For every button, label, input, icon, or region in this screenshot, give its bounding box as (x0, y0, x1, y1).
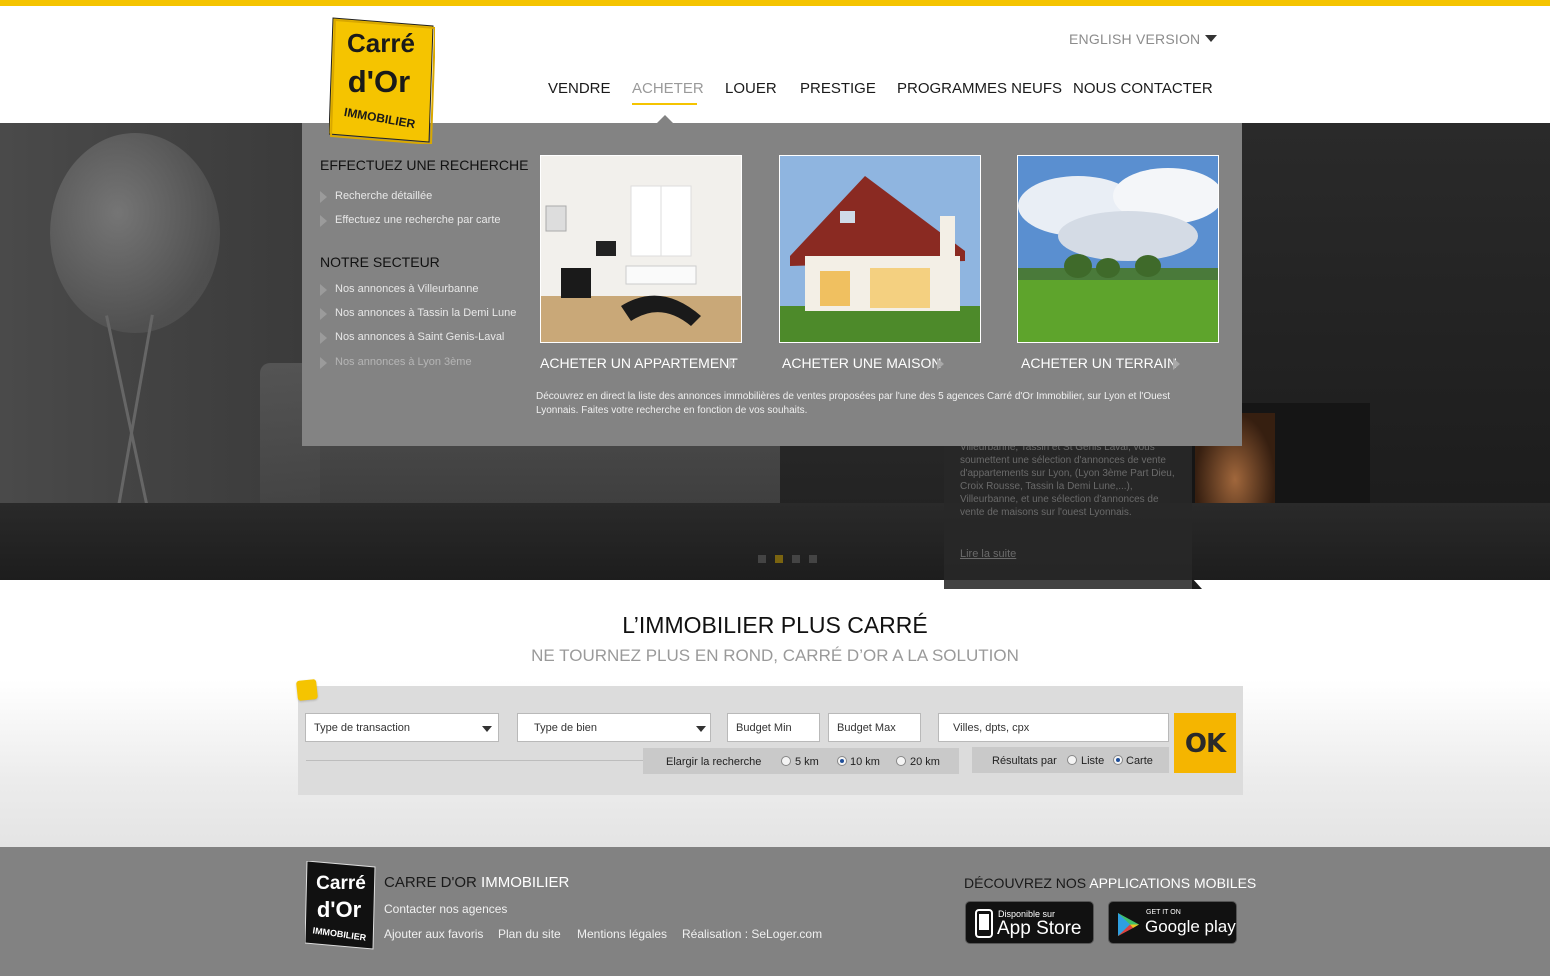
acheter-mega-menu: EFFECTUEZ UNE RECHERCHE Recherche détail… (302, 123, 1242, 446)
footer-contact-link[interactable]: Contacter nos agences (384, 902, 507, 916)
mega-menu-pointer (657, 115, 673, 123)
footer-credits-link[interactable]: Réalisation : SeLoger.com (682, 927, 822, 941)
hero-panel-corner (1192, 578, 1202, 589)
hero-floor (0, 503, 1550, 580)
tagline-subtitle: NE TOURNEZ PLUS EN ROND, CARRÉ D’OR A LA… (531, 646, 1019, 665)
sector-heading: NOTRE SECTEUR (320, 254, 440, 270)
footer (0, 847, 1550, 976)
footer-apps-part1: DÉCOUVREZ NOS (964, 875, 1087, 891)
header (0, 6, 1550, 123)
footer-company-title: CARRE D'OR IMMOBILIER (384, 874, 569, 891)
footer-logo-dor: d'Or (317, 897, 362, 922)
budget-max-input[interactable]: Budget Max (828, 713, 921, 742)
nav-nous-contacter[interactable]: NOUS CONTACTER (1073, 80, 1213, 97)
nav-programmes-neufs[interactable]: PROGRAMMES NEUFS (897, 80, 1062, 97)
chevron-down-icon (696, 726, 706, 732)
link-lyon-3[interactable]: Nos annonces à Lyon 3ème (320, 356, 472, 369)
results-carte-radio[interactable] (1113, 755, 1123, 765)
hero-lamp (50, 133, 220, 333)
tagline-title: L’IMMOBILIER PLUS CARRÉ (622, 612, 928, 638)
radius-5km-radio[interactable] (781, 756, 791, 766)
search-submit-button[interactable]: OK (1174, 713, 1236, 773)
card-appartement-label[interactable]: ACHETER UN APPARTEMENT (540, 355, 738, 371)
results-mode-group: Résultats par Liste Carte (972, 747, 1169, 773)
google-play-badge[interactable]: GET IT ON Google play (1108, 901, 1237, 944)
footer-apps-part2: APPLICATIONS MOBILES (1089, 875, 1257, 891)
app-store-badge[interactable]: Disponible sur App Store (965, 901, 1094, 944)
logo-text-carre: Carré (347, 28, 415, 58)
card-appartement-image[interactable] (540, 155, 742, 343)
footer-apps-heading: DÉCOUVREZ NOS APPLICATIONS MOBILES (964, 875, 1256, 891)
results-carte-label[interactable]: Carte (1126, 755, 1153, 767)
read-more-link[interactable]: Lire la suite (960, 548, 1016, 560)
footer-sitemap-link[interactable]: Plan du site (498, 927, 561, 941)
widen-search-label: Elargir la recherche (666, 756, 762, 768)
link-saint-genis[interactable]: Nos annonces à Saint Genis-Laval (320, 331, 504, 344)
phone-icon (975, 909, 993, 938)
chevron-down-icon[interactable] (1205, 35, 1217, 42)
chevron-right-icon (937, 358, 944, 370)
radius-10km-label[interactable]: 10 km (850, 756, 880, 768)
transaction-select-label: Type de transaction (314, 722, 411, 734)
app-store-big-text: App Store (997, 918, 1082, 939)
active-nav-underline (632, 103, 697, 105)
footer-title-part2: IMMOBILIER (481, 874, 570, 891)
transaction-select[interactable]: Type de transaction (305, 713, 499, 742)
search-divider (306, 760, 643, 761)
slider-dot-active[interactable] (775, 555, 783, 563)
link-recherche-detaillee[interactable]: Recherche détaillée (320, 190, 432, 203)
radius-5km-label[interactable]: 5 km (795, 756, 819, 768)
nav-vendre[interactable]: VENDRE (548, 80, 611, 97)
radius-10km-radio[interactable] (837, 756, 847, 766)
footer-favorites-link[interactable]: Ajouter aux favoris (384, 927, 483, 941)
hero-text: Villeurbanne, Tassin et St Genis Laval, … (960, 442, 1175, 518)
card-terrain-image[interactable] (1017, 155, 1219, 343)
link-tassin[interactable]: Nos annonces à Tassin la Demi Lune (320, 307, 516, 320)
property-type-select[interactable]: Type de bien (517, 713, 711, 742)
chevron-down-icon (482, 726, 492, 732)
link-recherche-carte[interactable]: Effectuez une recherche par carte (320, 214, 501, 227)
card-maison-image[interactable] (779, 155, 981, 343)
site-logo[interactable]: Carré d'Or IMMOBILIER (329, 16, 435, 144)
radius-20km-label[interactable]: 20 km (910, 756, 940, 768)
footer-logo[interactable]: Carré d'Or IMMOBILIER (304, 860, 377, 951)
results-liste-label[interactable]: Liste (1081, 755, 1104, 767)
radius-20km-radio[interactable] (896, 756, 906, 766)
search-badge-icon (296, 679, 318, 701)
widen-search-group: Elargir la recherche 5 km 10 km 20 km (643, 748, 959, 774)
language-selector[interactable]: ENGLISH VERSION (1069, 31, 1200, 47)
footer-title-part1: CARRE D'OR (384, 874, 477, 891)
chevron-right-icon (728, 358, 735, 370)
nav-louer[interactable]: LOUER (725, 80, 777, 97)
mega-menu-description: Découvrez en direct la liste des annonce… (536, 391, 1171, 416)
property-type-select-label: Type de bien (534, 722, 597, 734)
link-villeurbanne[interactable]: Nos annonces à Villeurbanne (320, 283, 479, 296)
footer-legal-link[interactable]: Mentions légales (577, 927, 667, 941)
card-terrain-label[interactable]: ACHETER UN TERRAIN (1021, 355, 1177, 371)
card-maison-label[interactable]: ACHETER UNE MAISON (782, 355, 941, 371)
nav-prestige[interactable]: PRESTIGE (800, 80, 876, 97)
location-input[interactable]: Villes, dpts, cpx (938, 713, 1169, 742)
nav-acheter[interactable]: ACHETER (632, 80, 704, 97)
results-liste-radio[interactable] (1067, 755, 1077, 765)
results-mode-label: Résultats par (992, 755, 1057, 767)
chevron-right-icon (1173, 358, 1180, 370)
google-play-small-text: GET IT ON (1146, 909, 1181, 916)
footer-logo-carre: Carré (316, 873, 366, 894)
slider-dot[interactable] (792, 555, 800, 563)
slider-dot[interactable] (809, 555, 817, 563)
search-heading: EFFECTUEZ UNE RECHERCHE (320, 157, 529, 173)
google-play-icon (1118, 913, 1139, 936)
logo-text-dor: d'Or (348, 64, 410, 99)
budget-min-input[interactable]: Budget Min (727, 713, 820, 742)
slider-dot[interactable] (758, 555, 766, 563)
google-play-big-text: Google play (1145, 917, 1236, 936)
